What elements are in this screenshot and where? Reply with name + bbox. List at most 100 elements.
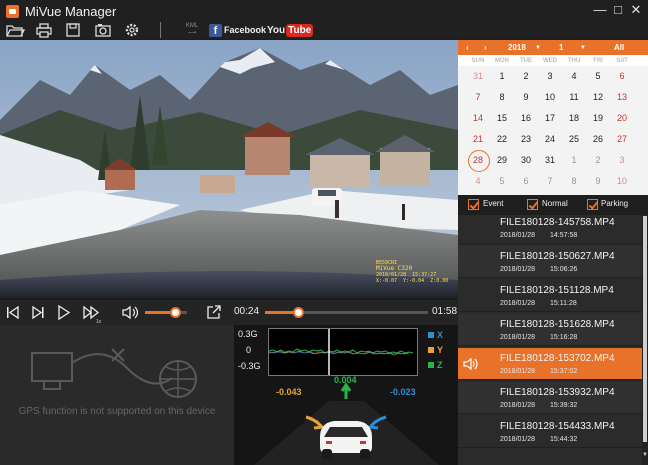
video-player[interactable]: B559CRI MiVue C320 2018/01/28 15:37:27 X… xyxy=(0,40,458,298)
prev-month-chevron-icon[interactable]: ‹ xyxy=(466,43,469,52)
calendar-day[interactable]: 12 xyxy=(586,87,610,108)
year-dropdown-icon[interactable]: ▼ xyxy=(535,45,541,51)
youtube-share-button[interactable]: You Tube xyxy=(267,23,314,37)
scroll-down-arrow-icon[interactable]: ▼ xyxy=(642,452,648,462)
calendar-day[interactable]: 5 xyxy=(586,66,610,87)
print-icon[interactable] xyxy=(34,22,54,38)
volume-slider-thumb[interactable] xyxy=(170,307,182,318)
calendar-day-label: 18 xyxy=(568,113,579,123)
calendar-day[interactable]: 4 xyxy=(562,66,586,87)
calendar-day[interactable]: 18 xyxy=(562,108,586,129)
calendar-day[interactable]: 23 xyxy=(514,129,538,150)
close-button[interactable]: ✕ xyxy=(628,2,644,18)
calendar-day[interactable]: 8 xyxy=(562,171,586,192)
seek-bar-thumb[interactable] xyxy=(292,307,304,318)
calendar-day[interactable]: 2 xyxy=(514,66,538,87)
calendar-day[interactable]: 2 xyxy=(586,150,610,171)
calendar-day[interactable]: 16 xyxy=(514,108,538,129)
file-list-item[interactable]: FILE180128-150627.MP4 2018/01/28 15:06:26 xyxy=(458,246,642,278)
all-button[interactable]: All xyxy=(614,43,624,52)
file-date: 2018/01/28 xyxy=(500,266,536,273)
weekday-header: SUN MON TUE WED THU FRI SAT xyxy=(458,55,648,66)
calendar-day[interactable]: 10 xyxy=(538,87,562,108)
maximize-button[interactable]: □ xyxy=(610,2,626,18)
normal-checkbox[interactable] xyxy=(527,199,538,210)
play-icon[interactable] xyxy=(55,304,73,321)
calendar-day[interactable]: 31 xyxy=(466,66,490,87)
parking-checkbox[interactable] xyxy=(587,199,598,210)
calendar-day[interactable]: 13 xyxy=(610,87,634,108)
calendar-day-label: 11 xyxy=(569,92,579,102)
kml-label: KML xyxy=(185,23,199,29)
calendar-day[interactable]: 26 xyxy=(586,129,610,150)
calendar-day-label: 3 xyxy=(547,71,553,81)
legend-x: X xyxy=(428,330,443,340)
calendar-day-label: 1 xyxy=(571,155,577,165)
calendar-day[interactable]: 9 xyxy=(586,171,610,192)
weekday-sat: SAT xyxy=(616,58,628,64)
g-label-top: 0.3G xyxy=(238,329,258,339)
calendar-day[interactable]: 21 xyxy=(466,129,490,150)
calendar-day[interactable]: 9 xyxy=(514,87,538,108)
month-select[interactable]: 1 xyxy=(559,43,563,52)
file-list-item[interactable]: FILE180128-151628.MP4 2018/01/28 15:16:28 xyxy=(458,314,642,346)
facebook-label: Facebook xyxy=(224,25,267,35)
snapshot-icon[interactable] xyxy=(93,22,113,38)
previous-file-icon[interactable] xyxy=(4,304,22,321)
popout-icon[interactable] xyxy=(205,304,223,321)
app-logo-icon xyxy=(6,4,19,18)
file-list-scroll-thumb[interactable] xyxy=(643,216,647,442)
calendar-day[interactable]: 7 xyxy=(538,171,562,192)
calendar-day[interactable]: 25 xyxy=(562,129,586,150)
calendar-day[interactable]: 8 xyxy=(490,87,514,108)
calendar-day[interactable]: 24 xyxy=(538,129,562,150)
calendar-day[interactable]: 6 xyxy=(514,171,538,192)
calendar-day[interactable]: 19 xyxy=(586,108,610,129)
file-date: 2018/01/28 xyxy=(500,300,536,307)
next-frame-icon[interactable] xyxy=(29,304,47,321)
calendar-day[interactable]: 10 xyxy=(610,171,634,192)
file-list-item[interactable]: FILE180128-154433.MP4 2018/01/28 15:44:32 xyxy=(458,416,642,448)
calendar-day[interactable]: 5 xyxy=(490,171,514,192)
calendar-day[interactable]: 30 xyxy=(514,150,538,171)
calendar-day[interactable]: 17 xyxy=(538,108,562,129)
save-icon[interactable] xyxy=(63,22,83,38)
calendar-day[interactable]: 6 xyxy=(610,66,634,87)
minimize-button[interactable]: — xyxy=(592,2,608,18)
calendar-day-label: 12 xyxy=(592,92,603,102)
volume-icon[interactable] xyxy=(121,304,139,321)
file-list-item[interactable]: FILE180128-145758.MP4 2018/01/28 14:57:58 xyxy=(458,215,642,244)
event-checkbox[interactable] xyxy=(468,199,479,210)
next-month-chevron-icon[interactable]: › xyxy=(484,43,487,52)
calendar-day[interactable]: 28 xyxy=(466,150,490,172)
calendar-day[interactable]: 11 xyxy=(562,87,586,108)
file-list-item[interactable]: FILE180128-151128.MP4 2018/01/28 15:11:28 xyxy=(458,280,642,312)
youtube-you-label: You xyxy=(267,24,286,36)
settings-icon[interactable] xyxy=(122,22,142,38)
file-list-item[interactable]: FILE180128-153932.MP4 2018/01/28 15:39:32 xyxy=(458,382,642,414)
month-dropdown-icon[interactable]: ▼ xyxy=(580,45,586,51)
current-time: 00:24 xyxy=(234,306,260,317)
calendar-day[interactable]: 1 xyxy=(562,150,586,171)
year-select[interactable]: 2018 xyxy=(508,43,526,52)
file-date: 2018/01/28 xyxy=(500,436,536,443)
calendar-day[interactable]: 1 xyxy=(490,66,514,87)
g-x-value: -0.043 xyxy=(276,387,302,397)
calendar-day[interactable]: 31 xyxy=(538,150,562,171)
calendar-day[interactable]: 4 xyxy=(466,171,490,192)
file-name: FILE180128-151628.MP4 xyxy=(500,319,615,330)
kml-export-button[interactable]: KML ⟶ xyxy=(182,23,202,37)
calendar-day[interactable]: 3 xyxy=(538,66,562,87)
calendar-day[interactable]: 7 xyxy=(466,87,490,108)
calendar-day[interactable]: 14 xyxy=(466,108,490,129)
calendar-day[interactable]: 22 xyxy=(490,129,514,150)
calendar-day[interactable]: 15 xyxy=(490,108,514,129)
facebook-share-button[interactable]: f Facebook xyxy=(209,23,266,37)
file-list-item[interactable]: FILE180128-153702.MP4 2018/01/28 15:37:02 xyxy=(458,348,642,380)
calendar-day-label: 10 xyxy=(616,176,627,186)
calendar-day[interactable]: 29 xyxy=(490,150,514,171)
calendar-day[interactable]: 20 xyxy=(610,108,634,129)
calendar-day[interactable]: 27 xyxy=(610,129,634,150)
calendar-day[interactable]: 3 xyxy=(610,150,634,171)
open-folder-icon[interactable] xyxy=(5,22,25,38)
